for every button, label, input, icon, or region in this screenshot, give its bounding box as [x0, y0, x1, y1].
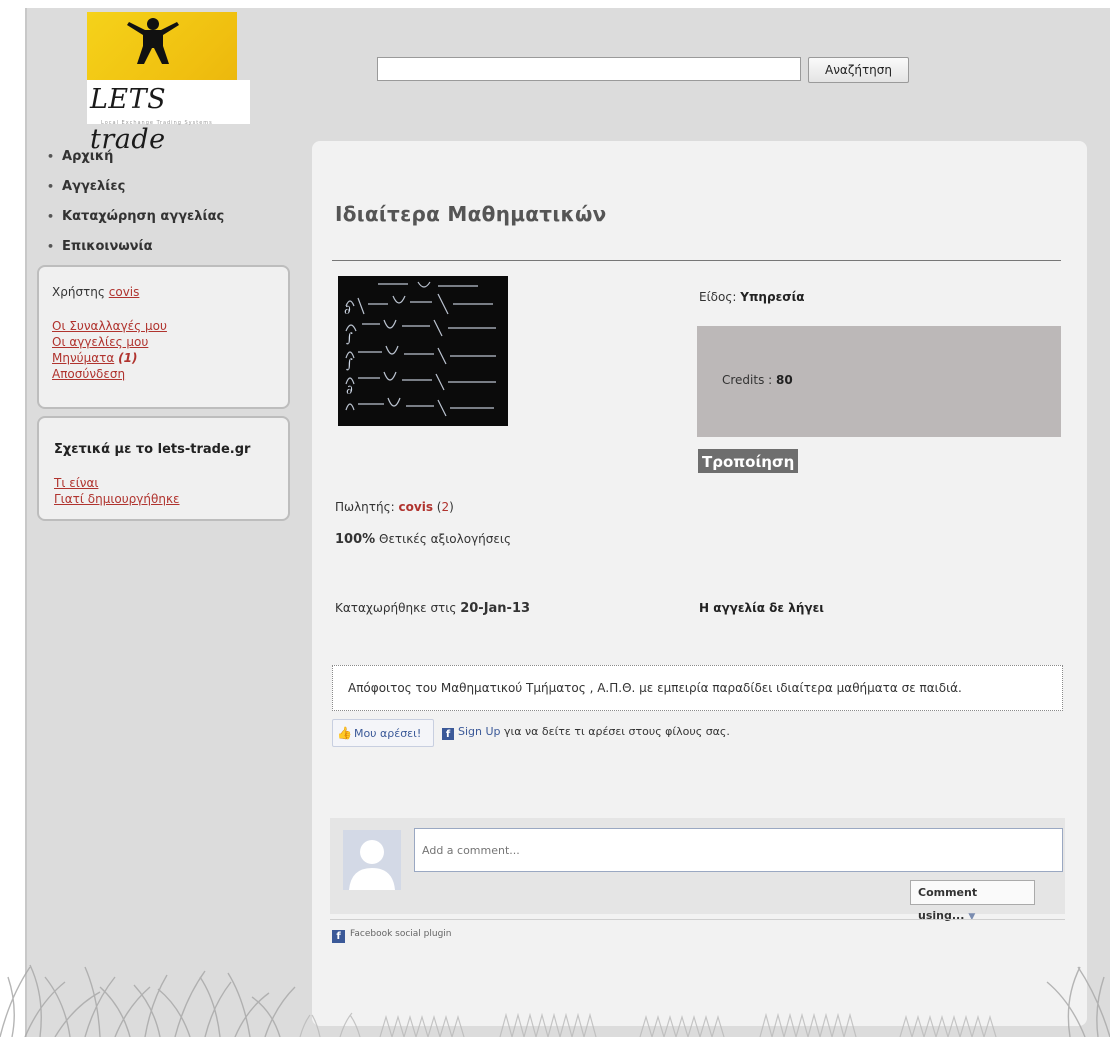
- comment-input[interactable]: [414, 828, 1063, 872]
- about-panel: Σχετικά με το lets-trade.gr Τι είναι Για…: [37, 416, 290, 521]
- comment-using-dropdown[interactable]: Comment using... ▼: [910, 880, 1035, 922]
- date-label: Καταχωρήθηκε στις: [335, 601, 457, 615]
- facebook-icon: f: [332, 930, 345, 943]
- logo-figure-icon: [127, 18, 179, 64]
- signup-link[interactable]: Sign Up: [458, 725, 501, 738]
- listing-expiry: Η αγγελία δε λήγει: [699, 601, 824, 615]
- credits-line: Credits : 80: [722, 373, 793, 387]
- facebook-plugin-credit: f Facebook social plugin: [332, 929, 452, 943]
- signup-text: για να δείτε τι αρέσει στους φίλους σας.: [504, 725, 730, 738]
- credits-label: Credits :: [722, 373, 773, 387]
- main-nav: Αρχική Αγγελίες Καταχώρηση αγγελίας Επικ…: [47, 142, 224, 262]
- credits-value: 80: [776, 373, 793, 387]
- listing-image[interactable]: ∂ ∫ ∫ ∂: [338, 276, 508, 426]
- facebook-like-button[interactable]: 👍 Μου αρέσει!: [332, 719, 434, 747]
- seller-line: Πωλητής: covis (2): [335, 500, 454, 514]
- seller-count-link[interactable]: 2: [441, 500, 449, 514]
- nav-item-contact[interactable]: Επικοινωνία: [47, 232, 224, 262]
- date-value: 20-Jan-13: [460, 601, 531, 616]
- nav-item-new-listing[interactable]: Καταχώρηση αγγελίας: [47, 202, 224, 232]
- rating-label: Θετικές αξιολογήσεις: [379, 532, 511, 546]
- my-listings-link[interactable]: Οι αγγελίες μου: [52, 335, 148, 349]
- caret-down-icon: ▼: [968, 912, 976, 922]
- about-why-link[interactable]: Γιατί δημιουργήθηκε: [54, 492, 180, 506]
- seller-label: Πωλητής:: [335, 500, 395, 514]
- type-label: Είδος:: [699, 290, 737, 304]
- logo-tagline: Local Exchange Trading Systems: [101, 120, 213, 126]
- title-divider: [332, 260, 1061, 261]
- edit-listing-button[interactable]: Τροποίηση: [698, 449, 799, 473]
- avatar: [343, 830, 401, 890]
- type-value: Υπηρεσία: [740, 290, 805, 304]
- about-what-link[interactable]: Τι είναι: [54, 476, 98, 490]
- svg-text:∫: ∫: [346, 357, 353, 372]
- logo-text: LETS trade: [87, 80, 250, 155]
- logout-link[interactable]: Αποσύνδεση: [52, 367, 125, 381]
- facebook-signup-line: f Sign Up για να δείτε τι αρέσει στους φί…: [442, 725, 730, 740]
- about-links: Τι είναι Γιατί δημιουργήθηκε: [54, 475, 180, 507]
- facebook-icon: f: [442, 728, 454, 740]
- svg-text:∂: ∂: [344, 303, 351, 318]
- nav-item-listings[interactable]: Αγγελίες: [47, 172, 224, 202]
- about-title: Σχετικά με το lets-trade.gr: [54, 442, 251, 457]
- credits-panel: Credits : 80: [697, 326, 1061, 437]
- math-formulas-image: ∂ ∫ ∫ ∂: [338, 276, 508, 426]
- messages-count: (1): [118, 351, 138, 365]
- listing-title: Ιδιαίτερα Μαθηματικών: [335, 202, 607, 226]
- listing-date: Καταχωρήθηκε στις 20-Jan-13: [335, 601, 530, 616]
- plugin-label: Facebook social plugin: [350, 929, 452, 939]
- comments-divider: [330, 919, 1065, 920]
- rating-line: 100% Θετικές αξιολογήσεις: [335, 532, 511, 547]
- like-label: Μου αρέσει!: [353, 727, 422, 740]
- default-avatar-icon: [343, 830, 401, 890]
- my-transactions-link[interactable]: Οι Συναλλαγές μου: [52, 319, 167, 333]
- page-background: LETS trade Local Exchange Trading System…: [25, 8, 1110, 1037]
- listing-description: Απόφοιτος του Μαθηματικού Τμήματος , Α.Π…: [332, 665, 1063, 711]
- svg-text:∫: ∫: [346, 331, 353, 346]
- site-logo[interactable]: LETS trade Local Exchange Trading System…: [87, 12, 250, 155]
- username-link[interactable]: covis: [109, 285, 140, 299]
- nav-item-home[interactable]: Αρχική: [47, 142, 224, 172]
- facebook-comments: Comment using...▼: [330, 818, 1065, 922]
- seller-name-link[interactable]: covis: [399, 500, 433, 514]
- thumbs-up-icon: 👍: [337, 726, 352, 740]
- search-button[interactable]: Αναζήτηση: [808, 57, 909, 83]
- search-input[interactable]: [377, 57, 801, 81]
- listing-type: Είδος: Υπηρεσία: [699, 290, 805, 304]
- user-label: Χρήστης: [52, 285, 105, 299]
- user-panel: Χρήστης covis Οι Συναλλαγές μου Οι αγγελ…: [37, 265, 290, 409]
- svg-text:∂: ∂: [346, 383, 353, 398]
- messages-link[interactable]: Μηνύματα: [52, 351, 114, 365]
- rating-value: 100%: [335, 532, 376, 547]
- user-links: Οι Συναλλαγές μου Οι αγγελίες μου Μηνύμα…: [52, 318, 167, 382]
- listing-content: Ιδιαίτερα Μαθηματικών ∂ ∫ ∫ ∂ Είδος: Υπη…: [312, 141, 1087, 1026]
- user-line: Χρήστης covis: [52, 285, 139, 299]
